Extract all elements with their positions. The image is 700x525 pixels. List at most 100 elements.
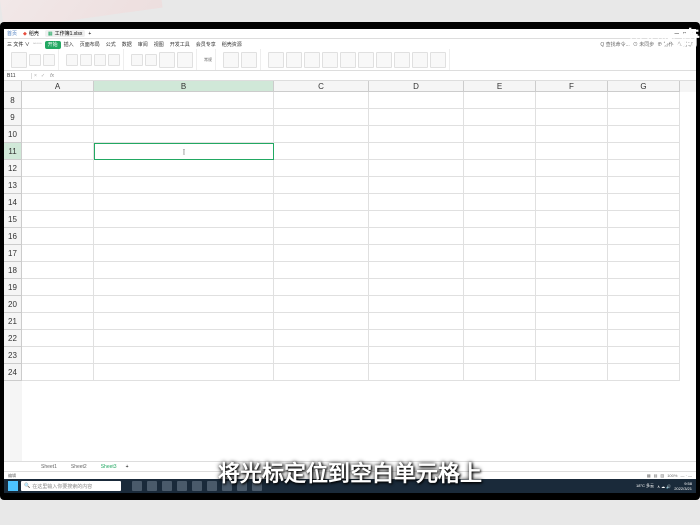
cell-G10[interactable] xyxy=(608,126,680,143)
cell-G22[interactable] xyxy=(608,330,680,347)
cell-B10[interactable] xyxy=(94,126,274,143)
cell-B16[interactable] xyxy=(94,228,274,245)
cell-B14[interactable] xyxy=(94,194,274,211)
cell-C16[interactable] xyxy=(274,228,369,245)
cell-G9[interactable] xyxy=(608,109,680,126)
view-break-icon[interactable]: ▥ xyxy=(660,473,664,478)
sheet-tab-Sheet2[interactable]: Sheet2 xyxy=(64,462,94,472)
cell-G13[interactable] xyxy=(608,177,680,194)
cell-A22[interactable] xyxy=(22,330,94,347)
rows-cols-button[interactable] xyxy=(358,52,374,68)
menu-开始[interactable]: 开始 xyxy=(45,41,61,49)
underline-button[interactable] xyxy=(94,54,106,66)
tab-add[interactable]: + xyxy=(88,31,91,37)
cell-D24[interactable] xyxy=(369,364,464,381)
cell-D17[interactable] xyxy=(369,245,464,262)
cell-A8[interactable] xyxy=(22,92,94,109)
taskbar-search[interactable]: 🔍 在这里输入你要搜索的内容 xyxy=(21,481,121,491)
cell-C10[interactable] xyxy=(274,126,369,143)
tray-weather[interactable]: 18°C 多云 xyxy=(636,483,654,489)
quick-access[interactable]: ▫▫▫▫▫ xyxy=(33,41,42,47)
row-header-24[interactable]: 24 xyxy=(4,364,22,381)
cell-A9[interactable] xyxy=(22,109,94,126)
cell-F12[interactable] xyxy=(536,160,608,177)
freeze-button[interactable] xyxy=(394,52,410,68)
tray-icons[interactable]: ∧ ☁ 🔊 xyxy=(657,484,671,489)
cell-E23[interactable] xyxy=(464,347,536,364)
cell-F21[interactable] xyxy=(536,313,608,330)
cell-B9[interactable] xyxy=(94,109,274,126)
menu-开发工具[interactable]: 开发工具 xyxy=(167,41,193,49)
merge-center-button[interactable] xyxy=(159,52,175,68)
row-header-17[interactable]: 17 xyxy=(4,245,22,262)
tools-button[interactable] xyxy=(412,52,428,68)
row-header-9[interactable]: 9 xyxy=(4,109,22,126)
cell-C15[interactable] xyxy=(274,211,369,228)
row-header-18[interactable]: 18 xyxy=(4,262,22,279)
menu-插入[interactable]: 插入 xyxy=(61,41,77,49)
cell-F19[interactable] xyxy=(536,279,608,296)
tray-date[interactable]: 2022/3/21 xyxy=(674,486,692,491)
cell-A13[interactable] xyxy=(22,177,94,194)
app-home[interactable]: 首页 xyxy=(7,30,17,37)
cell-D20[interactable] xyxy=(369,296,464,313)
menu-数据[interactable]: 数据 xyxy=(119,41,135,49)
cell-B12[interactable] xyxy=(94,160,274,177)
cell-G15[interactable] xyxy=(608,211,680,228)
cell-C23[interactable] xyxy=(274,347,369,364)
row-header-11[interactable]: 11 xyxy=(4,143,22,160)
cell-C13[interactable] xyxy=(274,177,369,194)
tab-workbook[interactable]: ▦工作簿1.xlsx xyxy=(45,30,86,37)
cell-E13[interactable] xyxy=(464,177,536,194)
cell-D8[interactable] xyxy=(369,92,464,109)
cell-A15[interactable] xyxy=(22,211,94,228)
cell-C24[interactable] xyxy=(274,364,369,381)
select-all-corner[interactable] xyxy=(4,81,22,92)
cell-C8[interactable] xyxy=(274,92,369,109)
row-header-19[interactable]: 19 xyxy=(4,279,22,296)
cell-B11[interactable] xyxy=(94,143,274,160)
cell-F18[interactable] xyxy=(536,262,608,279)
task-app-6[interactable] xyxy=(207,481,217,491)
cell-E15[interactable] xyxy=(464,211,536,228)
cell-B23[interactable] xyxy=(94,347,274,364)
cell-C21[interactable] xyxy=(274,313,369,330)
view-normal-icon[interactable]: ▦ xyxy=(647,473,651,478)
cell-A23[interactable] xyxy=(22,347,94,364)
row-header-22[interactable]: 22 xyxy=(4,330,22,347)
cell-G12[interactable] xyxy=(608,160,680,177)
row-header-23[interactable]: 23 xyxy=(4,347,22,364)
cell-F15[interactable] xyxy=(536,211,608,228)
cell-B21[interactable] xyxy=(94,313,274,330)
menu-页面布局[interactable]: 页面布局 xyxy=(77,41,103,49)
confirm-icon[interactable]: ✓ xyxy=(39,73,47,79)
cell-G18[interactable] xyxy=(608,262,680,279)
task-app-1[interactable] xyxy=(132,481,142,491)
cond-format-button[interactable] xyxy=(223,52,239,68)
cell-D13[interactable] xyxy=(369,177,464,194)
find-button[interactable] xyxy=(430,52,446,68)
cell-B17[interactable] xyxy=(94,245,274,262)
cell-B22[interactable] xyxy=(94,330,274,347)
fill-button[interactable] xyxy=(322,52,338,68)
file-menu[interactable]: 三 文件 ∨ xyxy=(7,41,30,48)
cell-F16[interactable] xyxy=(536,228,608,245)
cell-B20[interactable] xyxy=(94,296,274,313)
table-style-button[interactable] xyxy=(241,52,257,68)
cell-G17[interactable] xyxy=(608,245,680,262)
cell-E10[interactable] xyxy=(464,126,536,143)
cell-G8[interactable] xyxy=(608,92,680,109)
cell-E19[interactable] xyxy=(464,279,536,296)
cell-C14[interactable] xyxy=(274,194,369,211)
cell-F20[interactable] xyxy=(536,296,608,313)
col-header-F[interactable]: F xyxy=(536,81,608,92)
cell-F8[interactable] xyxy=(536,92,608,109)
cell-E24[interactable] xyxy=(464,364,536,381)
spreadsheet-grid[interactable]: ABCDEFG 89101112131415161718192021222324 xyxy=(4,81,696,461)
cell-D18[interactable] xyxy=(369,262,464,279)
cell-E9[interactable] xyxy=(464,109,536,126)
cell-F10[interactable] xyxy=(536,126,608,143)
cell-A16[interactable] xyxy=(22,228,94,245)
cell-D14[interactable] xyxy=(369,194,464,211)
cell-B18[interactable] xyxy=(94,262,274,279)
